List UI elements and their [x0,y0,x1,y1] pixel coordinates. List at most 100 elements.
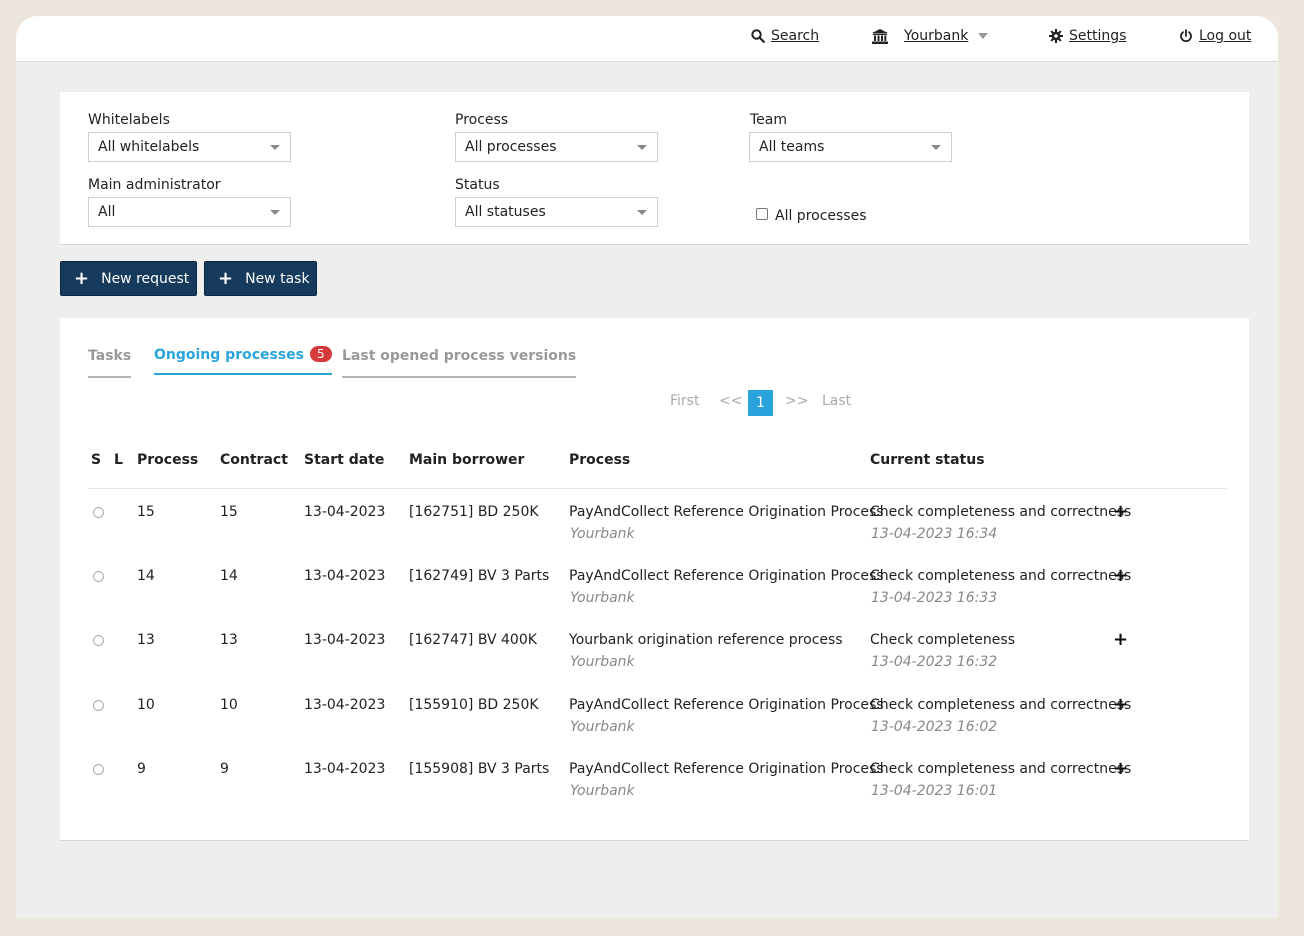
row-process-name[interactable]: PayAndCollect Reference Origination Proc… [569,568,884,584]
top-bar: Search Yourbank Settings Log out [16,16,1278,62]
row-status: Check completeness and correctness [870,761,1132,777]
row-start-date: 13-04-2023 [304,632,386,648]
chevron-down-icon [978,33,989,39]
column-header-contract[interactable]: Contract [220,452,288,468]
chevron-down-icon [637,145,647,150]
table-row[interactable]: 13 13 13-04-2023 [162747] BV 400K Yourba… [60,629,1249,696]
process-filter-value: All processes [465,139,557,155]
row-contract: 15 [220,504,238,520]
tab-ongoing-label: Ongoing processes [154,347,305,363]
column-header-l[interactable]: L [114,452,123,468]
row-borrower[interactable]: [155908] BV 3 Parts [409,761,549,777]
table-row[interactable]: 14 14 13-04-2023 [162749] BV 3 Parts Pay… [60,565,1249,632]
row-select-radio[interactable] [93,571,104,582]
row-borrower[interactable]: [162749] BV 3 Parts [409,568,549,584]
all-processes-label: All processes [775,208,867,224]
table-row[interactable]: 10 10 13-04-2023 [155910] BD 250K PayAnd… [60,694,1249,761]
column-header-main-borrower[interactable]: Main borrower [409,452,524,468]
tab-last-opened-versions[interactable]: Last opened process versions [342,348,577,378]
column-header-current-status[interactable]: Current status [870,452,985,468]
tab-ongoing-processes[interactable]: Ongoing processes 5 [154,346,332,375]
search-link[interactable]: Search [751,28,819,44]
row-bank: Yourbank [570,654,635,670]
settings-link[interactable]: Settings [1049,28,1126,44]
logout-link[interactable]: Log out [1179,28,1251,44]
row-start-date: 13-04-2023 [304,504,386,520]
row-process-id: 14 [137,568,155,584]
plus-icon: + [218,267,234,289]
search-label: Search [771,28,820,44]
status-select[interactable]: All statuses [455,197,658,227]
row-process-name[interactable]: PayAndCollect Reference Origination Proc… [569,504,884,520]
whitelabels-select[interactable]: All whitelabels [88,132,291,162]
pagination-last[interactable]: Last [822,393,851,409]
pagination-current[interactable]: 1 [748,390,773,416]
bank-icon [872,28,888,44]
main-admin-value: All [98,204,116,220]
pagination-next[interactable]: >> [785,393,808,409]
column-header-process-name[interactable]: Process [569,452,630,468]
tab-last-opened-label: Last opened process versions [342,348,577,364]
processes-card: Tasks Ongoing processes 5 Last opened pro… [60,318,1249,841]
row-select-radio[interactable] [93,635,104,646]
expand-plus-icon[interactable]: + [1113,565,1128,586]
new-request-button[interactable]: + New request [60,261,197,296]
table-row[interactable]: 9 9 13-04-2023 [155908] BV 3 Parts PayAn… [60,758,1249,825]
row-contract: 10 [220,697,238,713]
process-select[interactable]: All processes [455,132,658,162]
row-status-time: 13-04-2023 16:32 [871,654,998,670]
row-status: Check completeness and correctness [870,697,1132,713]
row-borrower[interactable]: [155910] BD 250K [409,697,539,713]
row-borrower[interactable]: [162751] BD 250K [409,504,539,520]
row-process-id: 9 [137,761,146,777]
row-start-date: 13-04-2023 [304,568,386,584]
row-select-radio[interactable] [93,764,104,775]
pagination-prev[interactable]: << [719,393,742,409]
expand-plus-icon[interactable]: + [1113,501,1128,522]
status-filter-value: All statuses [465,204,546,220]
row-contract: 14 [220,568,238,584]
row-process-name[interactable]: PayAndCollect Reference Origination Proc… [569,761,884,777]
all-processes-checkbox[interactable] [756,208,768,220]
row-start-date: 13-04-2023 [304,697,386,713]
expand-plus-icon[interactable]: + [1113,758,1128,779]
search-icon [751,29,765,43]
column-header-process-id[interactable]: Process [137,452,198,468]
whitelabels-label: Whitelabels [88,112,170,128]
process-filter-label: Process [455,112,509,128]
row-borrower[interactable]: [162747] BV 400K [409,632,537,648]
row-select-radio[interactable] [93,700,104,711]
row-status: Check completeness and correctness [870,568,1132,584]
bank-selector[interactable]: Yourbank [872,28,989,44]
new-task-button[interactable]: + New task [204,261,317,296]
team-select[interactable]: All teams [749,132,952,162]
row-process-id: 10 [137,697,155,713]
row-contract: 9 [220,761,229,777]
row-bank: Yourbank [570,719,635,735]
row-process-name[interactable]: Yourbank origination reference process [569,632,843,648]
column-header-start-date[interactable]: Start date [304,452,384,468]
new-task-label: New task [245,270,310,287]
expand-plus-icon[interactable]: + [1113,694,1128,715]
plus-icon: + [74,267,90,289]
tab-tasks-label: Tasks [88,348,132,364]
bank-label: Yourbank [904,28,969,44]
app-frame: Search Yourbank Settings Log out Whitela… [16,16,1278,918]
header-divider [88,488,1227,489]
row-status-time: 13-04-2023 16:34 [871,526,998,542]
team-label: Team [750,112,788,128]
column-header-s[interactable]: S [91,452,101,468]
row-status: Check completeness and correctness [870,504,1132,520]
main-admin-select[interactable]: All [88,197,291,227]
tab-tasks[interactable]: Tasks [88,348,132,378]
pagination-first[interactable]: First [670,393,699,409]
chevron-down-icon [931,145,941,150]
table-row[interactable]: 15 15 13-04-2023 [162751] BD 250K PayAnd… [60,501,1249,568]
count-badge: 5 [310,346,332,362]
row-status-time: 13-04-2023 16:02 [871,719,998,735]
expand-plus-icon[interactable]: + [1113,629,1128,650]
row-contract: 13 [220,632,238,648]
row-select-radio[interactable] [93,507,104,518]
chevron-down-icon [270,145,280,150]
row-process-name[interactable]: PayAndCollect Reference Origination Proc… [569,697,884,713]
